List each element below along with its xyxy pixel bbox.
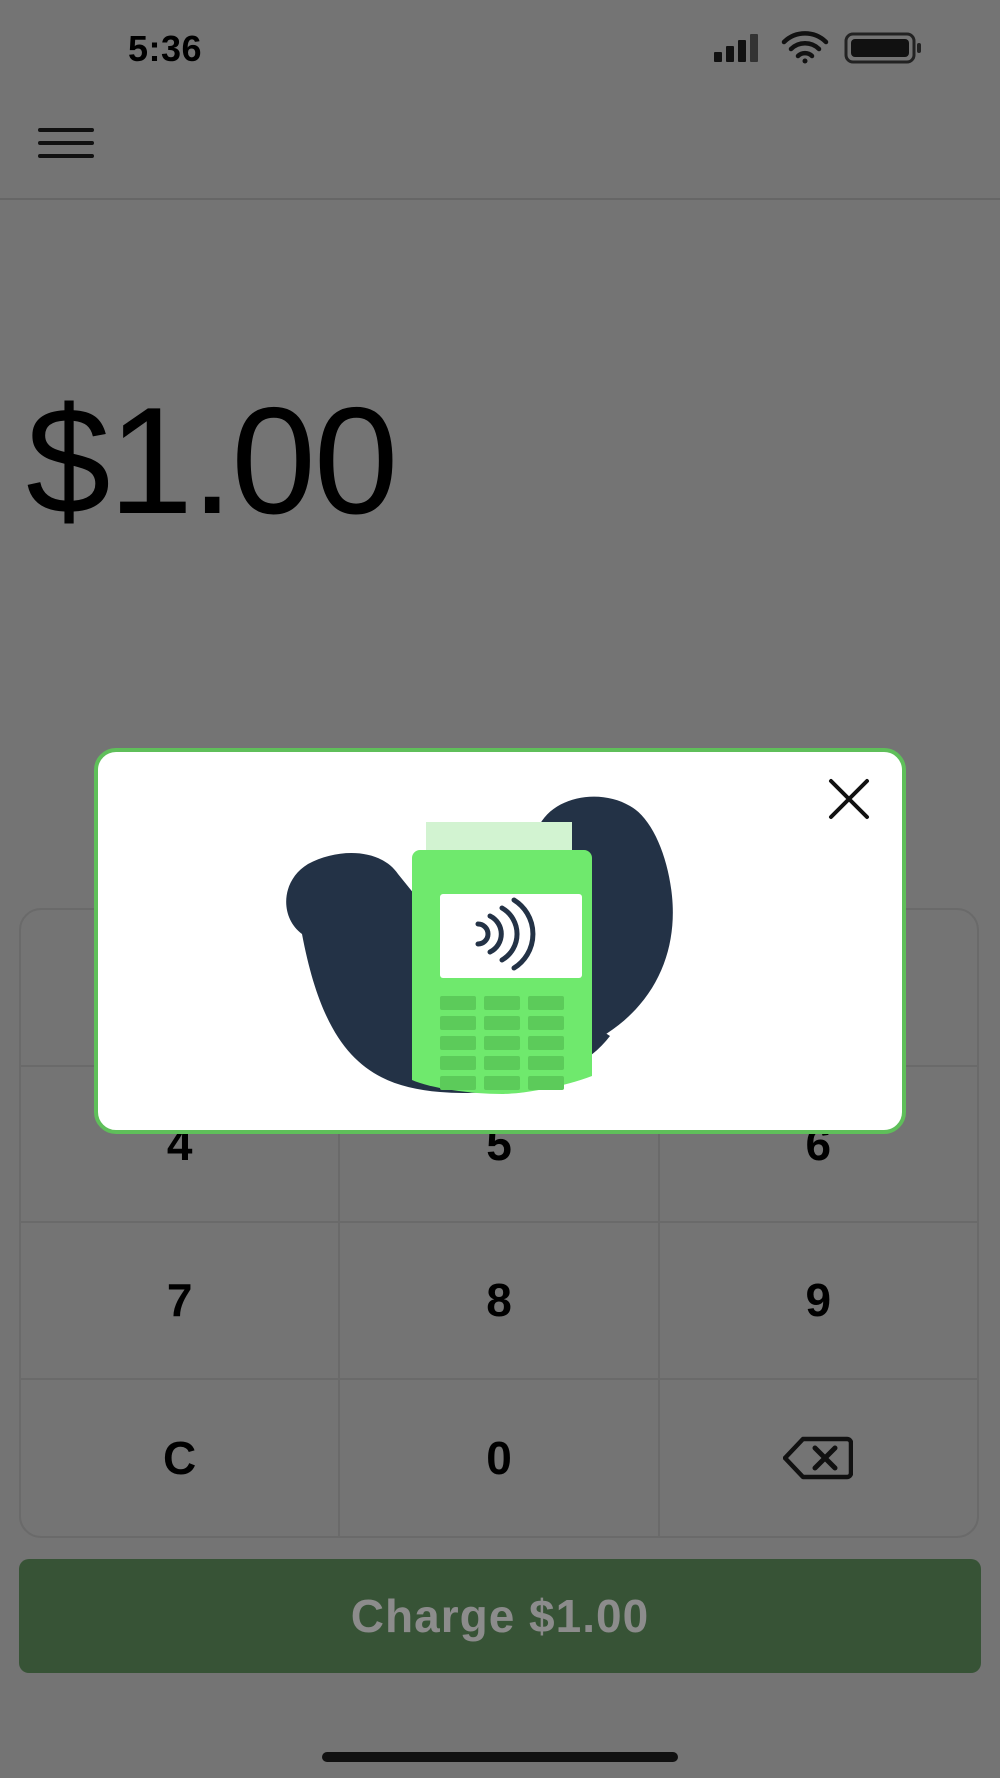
battery-icon <box>844 32 921 64</box>
backspace-icon <box>783 1436 854 1479</box>
contactless-reader-modal <box>94 748 906 1134</box>
charge-button[interactable]: Charge $1.00 <box>19 1559 981 1673</box>
close-icon[interactable] <box>826 776 872 822</box>
keypad-row: C 0 <box>21 1379 977 1537</box>
key-9[interactable]: 9 <box>660 1223 977 1378</box>
amount-display: $1.00 <box>26 376 398 546</box>
key-0[interactable]: 0 <box>340 1379 660 1536</box>
status-icons <box>714 30 930 66</box>
key-8[interactable]: 8 <box>340 1223 660 1378</box>
backspace-key[interactable] <box>660 1380 977 1537</box>
home-indicator <box>322 1752 678 1762</box>
hamburger-menu-icon[interactable] <box>38 128 94 168</box>
status-time: 5:36 <box>128 28 203 69</box>
signal-icon <box>714 34 758 62</box>
app-header <box>0 100 1000 200</box>
contactless-card-reader-illustration <box>280 786 720 1106</box>
reader-screen <box>440 894 582 978</box>
wifi-icon <box>781 31 829 64</box>
status-bar: 5:36 <box>0 0 1000 100</box>
key-clear[interactable]: C <box>21 1379 341 1536</box>
keypad-row: 7 8 9 <box>21 1223 977 1380</box>
key-7[interactable]: 7 <box>21 1223 341 1378</box>
